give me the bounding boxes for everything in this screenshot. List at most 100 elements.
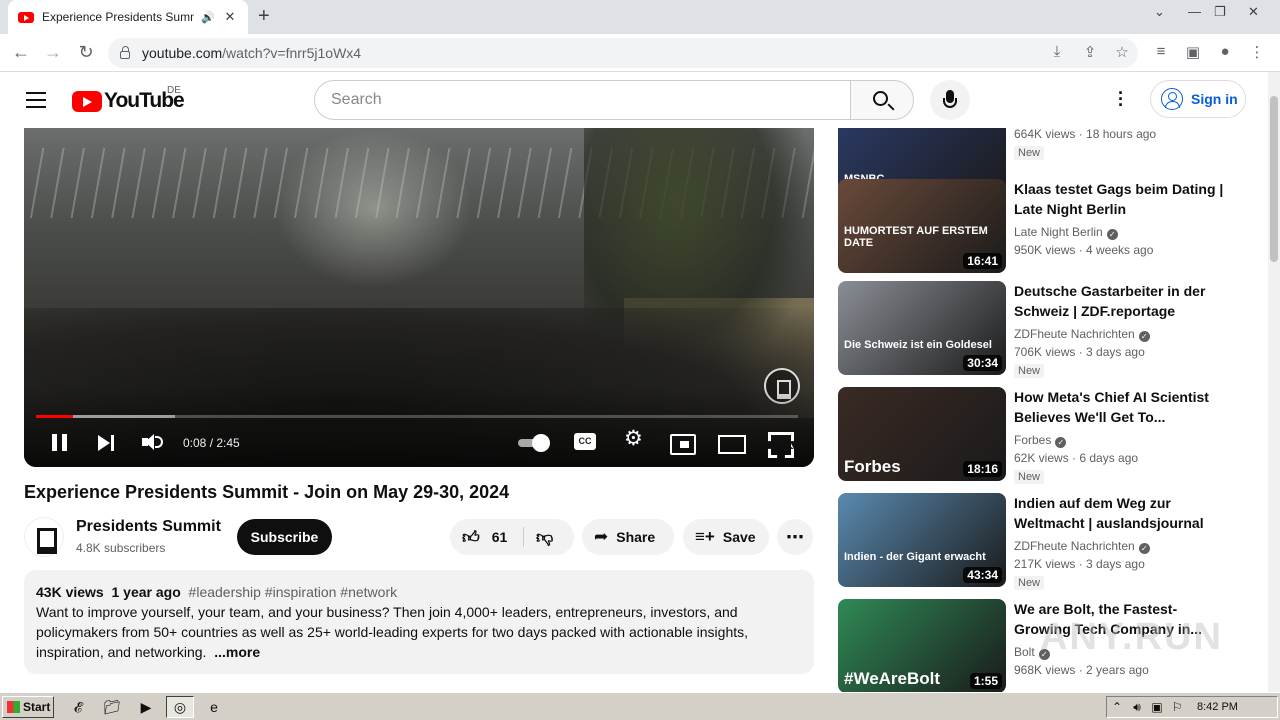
media-control-icon[interactable]: ≡ — [1151, 43, 1171, 60]
channel-label: ZDFheute Nachrichten — [1014, 539, 1135, 553]
channel-label: Bolt — [1014, 645, 1035, 659]
speaker-icon[interactable]: 🔊 — [200, 11, 216, 24]
recommendation-item[interactable]: Die Schweiz ist ein Goldesel 30:34 Deutsch… — [838, 281, 1248, 378]
thumbnail-caption: #WeAreBolt — [844, 669, 941, 688]
verified-check-icon: ✓ — [1138, 331, 1150, 342]
search-placeholder: Search — [331, 91, 382, 108]
next-video-icon[interactable] — [98, 430, 116, 454]
miniplayer-icon[interactable] — [670, 430, 696, 455]
share-label: Share — [616, 529, 656, 545]
folder-icon[interactable]: 📁︎ — [98, 696, 126, 718]
autoplay-toggle-icon[interactable] — [518, 430, 552, 454]
recommendation-title[interactable]: Indien auf dem Weg zur Weltmacht | ausla… — [1014, 493, 1224, 533]
thumbs-up-icon[interactable]: 👍︎ — [462, 527, 480, 548]
upload-age: 1 year ago — [111, 584, 181, 600]
start-label: Start — [23, 700, 51, 714]
start-button[interactable]: Start — [2, 696, 54, 718]
video-thumbnail[interactable]: #WeAreBolt 1:55 — [838, 599, 1006, 692]
minimize-icon[interactable]: — — [1188, 4, 1201, 19]
save-button[interactable]: ≡+ Save — [683, 519, 769, 555]
share-page-icon[interactable]: ⇪ — [1080, 43, 1100, 61]
pause-icon[interactable] — [52, 430, 67, 454]
video-thumbnail[interactable]: Forbes 18:16 — [838, 387, 1006, 481]
tray-volume-icon[interactable]: 🔊︎ — [1127, 700, 1147, 715]
channel-label: Late Night Berlin — [1014, 225, 1103, 239]
thumbs-down-icon[interactable]: 👎︎ — [536, 527, 553, 548]
reload-icon[interactable]: ↻ — [75, 42, 97, 63]
page-scrollbar[interactable] — [1268, 72, 1280, 692]
settings-gear-icon[interactable]: ⚙ — [624, 426, 646, 450]
recommendation-channel[interactable]: Forbes ✓ — [1014, 433, 1067, 448]
channel-avatar[interactable] — [24, 517, 64, 557]
recommendation-title[interactable]: How Meta's Chief AI Scientist Believes W… — [1014, 387, 1224, 427]
search-input[interactable]: Search — [314, 80, 851, 120]
restore-icon[interactable]: ❐ — [1214, 4, 1226, 20]
browser-tab[interactable]: Experience Presidents Summit 🔊 ✕ — [8, 0, 248, 34]
recommendation-channel[interactable]: Late Night Berlin ✓ — [1014, 225, 1118, 240]
volume-icon[interactable] — [142, 430, 164, 454]
tray-flag-icon[interactable]: ⚐ — [1167, 700, 1187, 714]
new-badge: New — [1014, 146, 1045, 160]
thumbnail-caption: Forbes — [844, 457, 901, 476]
internet-explorer-icon[interactable]: 𝓔 — [64, 696, 92, 718]
forward-icon[interactable]: → — [42, 42, 64, 63]
share-button[interactable]: ➦ Share — [582, 519, 674, 555]
fullscreen-icon[interactable] — [768, 430, 790, 454]
new-badge: New — [1014, 364, 1045, 378]
tray-expand-icon[interactable]: ⌃ — [1107, 700, 1127, 714]
sign-in-button[interactable]: Sign in — [1150, 80, 1246, 118]
recommendation-item[interactable]: HUMORTEST AUF ERSTEM DATE 16:41 Klaas test… — [838, 179, 1248, 273]
verified-check-icon: ✓ — [1138, 543, 1150, 554]
show-more-link[interactable]: ...more — [214, 644, 260, 660]
search-button[interactable] — [850, 80, 914, 120]
tab-search-icon[interactable]: ⌄ — [1154, 4, 1165, 20]
side-panel-icon[interactable]: ▣ — [1183, 43, 1203, 61]
subscribe-button[interactable]: Subscribe — [237, 519, 332, 555]
video-player[interactable]: 0:08 / 2:45 ⚙ — [24, 128, 814, 467]
recommendation-channel[interactable]: ZDFheute Nachrichten ✓ — [1014, 327, 1150, 342]
recommendation-meta: 217K views · 3 days ago — [1014, 557, 1145, 571]
browser-toolbar: ← → ↻ youtube.com/watch?v=fnrr5j1oWx4 ⤓ … — [0, 34, 1280, 72]
channel-label: ZDFheute Nachrichten — [1014, 327, 1135, 341]
bookmark-star-icon[interactable]: ☆ — [1112, 43, 1132, 61]
new-tab-icon[interactable]: + — [258, 5, 270, 28]
settings-more-icon[interactable]: · · · — [1112, 84, 1130, 114]
captions-icon[interactable] — [574, 430, 598, 454]
video-thumbnail[interactable]: Indien - der Gigant erwacht 43:34 — [838, 493, 1006, 587]
recommendation-channel[interactable]: ZDFheute Nachrichten ✓ — [1014, 539, 1150, 554]
recommendation-item[interactable]: Indien - der Gigant erwacht 43:34 Indien a… — [838, 493, 1248, 590]
voice-search-button[interactable] — [930, 80, 970, 120]
media-player-icon[interactable]: ▶ — [132, 696, 160, 718]
youtube-logo[interactable]: YouTube DE — [72, 85, 185, 113]
profile-icon[interactable]: ● — [1215, 43, 1235, 60]
edge-icon[interactable]: e — [200, 696, 228, 718]
recommendation-title[interactable]: Deutsche Gastarbeiter in der Schweiz | Z… — [1014, 281, 1224, 321]
video-thumbnail[interactable]: HUMORTEST AUF ERSTEM DATE 16:41 — [838, 179, 1006, 273]
tray-network-icon[interactable]: ▣ — [1147, 700, 1167, 714]
chrome-menu-icon[interactable]: ⋮ — [1247, 43, 1267, 61]
video-title: Experience Presidents Summit - Join on M… — [24, 482, 510, 502]
url-host: youtube.com — [142, 45, 223, 61]
hamburger-menu-icon[interactable] — [26, 92, 46, 108]
more-actions-button[interactable]: ⋯ — [777, 519, 813, 555]
thumbnail-caption: HUMORTEST AUF ERSTEM DATE — [844, 225, 988, 249]
video-thumbnail[interactable]: Die Schweiz ist ein Goldesel 30:34 — [838, 281, 1006, 375]
recommendation-meta: 62K views · 6 days ago — [1014, 451, 1139, 465]
window-close-icon[interactable]: ✕ — [1248, 4, 1259, 20]
recommendation-title[interactable]: Klaas testet Gags beim Dating | Late Nig… — [1014, 179, 1224, 219]
hashtags[interactable]: #leadership #inspiration #network — [189, 584, 398, 600]
description-box[interactable]: 43K views 1 year ago #leadership #inspir… — [24, 570, 814, 674]
progress-bar[interactable] — [36, 415, 798, 418]
taskbar: Start 𝓔 📁︎ ▶ ◎ e ⌃ 🔊︎ ▣ ⚐ 8:42 PM — [0, 692, 1280, 720]
channel-name[interactable]: Presidents Summit — [76, 518, 221, 536]
chrome-icon[interactable]: ◎ — [166, 696, 194, 718]
install-icon[interactable]: ⤓ — [1047, 43, 1067, 60]
like-count[interactable]: 61 — [492, 529, 508, 545]
close-tab-icon[interactable]: ✕ — [222, 9, 238, 25]
back-icon[interactable]: ← — [10, 42, 32, 63]
duration-badge: 1:55 — [969, 673, 1002, 689]
recommendation-item[interactable]: Forbes 18:16 How Meta's Chief AI Scientist… — [838, 387, 1248, 484]
scrollbar-thumb[interactable] — [1270, 96, 1278, 262]
theater-mode-icon[interactable] — [718, 430, 746, 454]
address-bar[interactable]: youtube.com/watch?v=fnrr5j1oWx4 — [108, 38, 1138, 68]
